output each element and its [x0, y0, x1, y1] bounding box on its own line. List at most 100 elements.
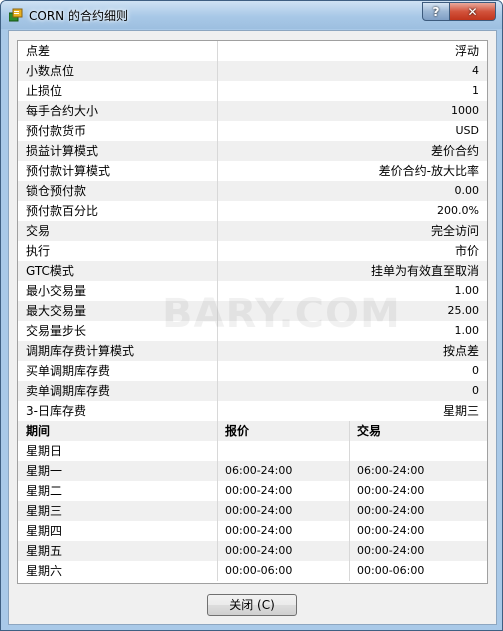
session-row: 星期四 00:00-24:00 00:00-24:00 — [18, 521, 487, 541]
session-day: 星期五 — [26, 544, 63, 558]
property-row: 卖单调期库存费 0 — [18, 381, 487, 401]
property-value: 1.00 — [454, 324, 480, 337]
property-label: 止损位 — [26, 84, 63, 98]
property-row: 止损位 1 — [18, 81, 487, 101]
property-row: 点差 浮动 — [18, 41, 487, 61]
property-value: 星期三 — [442, 404, 479, 418]
session-row: 星期日 — [18, 441, 487, 461]
dialog-window: CORN 的合约细则 ? ✕ 点差 浮动小数点位 4 止损位 1 每手合约大小 1000 预付… — [0, 0, 503, 631]
property-value: 浮动 — [454, 44, 479, 58]
dialog-body: 点差 浮动 小数点位 4 止损位 1 每手合约大小 1000 预付款货币 USD 损益计算模式 差价合… — [8, 30, 497, 625]
property-label: 每手合约大小 — [26, 104, 99, 118]
session-trade-hours: 00:00-24:00 — [357, 484, 425, 497]
property-label: 预付款计算模式 — [26, 164, 111, 178]
sessions-header-row: 期间 报价 交易 — [18, 421, 487, 441]
title-bar[interactable]: CORN 的合约细则 ? ✕ — [1, 1, 502, 29]
help-icon: ? — [432, 4, 440, 19]
property-label: 交易 — [26, 224, 51, 238]
session-day: 星期四 — [26, 524, 63, 538]
column-divider — [217, 421, 218, 581]
close-window-button[interactable]: ✕ — [449, 2, 496, 21]
property-row: 执行 市价 — [18, 241, 487, 261]
property-row: 锁仓预付款 0.00 — [18, 181, 487, 201]
session-trade-hours — [349, 441, 487, 461]
property-value: 挂单为有效直至取消 — [370, 264, 479, 278]
property-label: 交易量步长 — [26, 324, 87, 338]
session-day: 星期一 — [26, 464, 63, 478]
sessions-column-header: 报价 — [225, 424, 250, 438]
property-value: USD — [455, 124, 479, 137]
property-row: 损益计算模式 差价合约 — [18, 141, 487, 161]
property-row: 买单调期库存费 0 — [18, 361, 487, 381]
property-label: 最大交易量 — [26, 304, 87, 318]
close-icon: ✕ — [467, 4, 478, 19]
property-value: 25.00 — [447, 304, 480, 317]
sessions-column-header: 期间 — [26, 424, 51, 438]
property-value: 0 — [472, 384, 479, 397]
property-value: 0.00 — [454, 184, 480, 197]
property-value: 按点差 — [442, 344, 479, 358]
session-day: 星期六 — [26, 564, 63, 578]
property-label: 锁仓预付款 — [26, 184, 87, 198]
column-divider — [349, 421, 350, 581]
app-icon — [9, 8, 23, 22]
session-quote-hours: 06:00-24:00 — [225, 464, 293, 477]
property-value: 市价 — [454, 244, 479, 258]
property-row: 交易量步长 1.00 — [18, 321, 487, 341]
property-value: 差价合约-放大比率 — [378, 164, 479, 178]
property-row: 3-日库存费 星期三 — [18, 401, 487, 421]
session-row: 星期二 00:00-24:00 00:00-24:00 — [18, 481, 487, 501]
close-button[interactable]: 关闭 (C) — [207, 594, 297, 616]
property-row: 调期库存费计算模式 按点差 — [18, 341, 487, 361]
session-row: 星期六 00:00-06:00 00:00-06:00 — [18, 561, 487, 581]
window-title: CORN 的合约细则 — [29, 9, 128, 23]
help-button[interactable]: ? — [422, 2, 450, 21]
property-label: 点差 — [26, 44, 51, 58]
property-value: 1 — [472, 84, 479, 97]
property-row: 交易 完全访问 — [18, 221, 487, 241]
property-value: 0 — [472, 364, 479, 377]
session-trade-hours: 00:00-24:00 — [357, 524, 425, 537]
session-quote-hours — [217, 441, 349, 461]
contract-specification-table: 点差 浮动 小数点位 4 止损位 1 每手合约大小 1000 预付款货币 USD 损益计算模式 差价合… — [17, 40, 488, 584]
property-row: GTC模式 挂单为有效直至取消 — [18, 261, 487, 281]
session-row: 星期一 06:00-24:00 06:00-24:00 — [18, 461, 487, 481]
property-label: 预付款百分比 — [26, 204, 99, 218]
property-row: 预付款货币 USD — [18, 121, 487, 141]
property-label: 买单调期库存费 — [26, 364, 111, 378]
session-day: 星期日 — [26, 444, 63, 458]
property-value: 200.0% — [437, 204, 479, 217]
property-row: 预付款计算模式 差价合约-放大比率 — [18, 161, 487, 181]
property-label: 损益计算模式 — [26, 144, 99, 158]
property-value: 1.00 — [454, 284, 480, 297]
property-value: 1000 — [451, 104, 479, 117]
property-label: 最小交易量 — [26, 284, 87, 298]
session-quote-hours: 00:00-24:00 — [225, 484, 293, 497]
sessions-column-header: 交易 — [357, 424, 382, 438]
column-divider — [217, 41, 218, 421]
session-trade-hours: 00:00-24:00 — [357, 544, 425, 557]
property-label: 3-日库存费 — [26, 404, 86, 418]
session-row: 星期五 00:00-24:00 00:00-24:00 — [18, 541, 487, 561]
property-value: 差价合约 — [430, 144, 479, 158]
session-quote-hours: 00:00-24:00 — [225, 504, 293, 517]
property-label: 执行 — [26, 244, 51, 258]
property-row: 小数点位 4 — [18, 61, 487, 81]
session-trade-hours: 00:00-24:00 — [357, 504, 425, 517]
property-row: 预付款百分比 200.0% — [18, 201, 487, 221]
property-label: GTC模式 — [26, 264, 74, 278]
session-trade-hours: 06:00-24:00 — [357, 464, 425, 477]
property-row: 最大交易量 25.00 — [18, 301, 487, 321]
property-label: 调期库存费计算模式 — [26, 344, 135, 358]
property-row: 最小交易量 1.00 — [18, 281, 487, 301]
property-label: 卖单调期库存费 — [26, 384, 111, 398]
session-quote-hours: 00:00-06:00 — [225, 564, 293, 577]
session-quote-hours: 00:00-24:00 — [225, 524, 293, 537]
property-label: 小数点位 — [26, 64, 75, 78]
property-value: 完全访问 — [430, 224, 479, 238]
session-day: 星期三 — [26, 504, 63, 518]
session-row: 星期三 00:00-24:00 00:00-24:00 — [18, 501, 487, 521]
property-value: 4 — [472, 64, 479, 77]
session-trade-hours: 00:00-06:00 — [357, 564, 425, 577]
session-quote-hours: 00:00-24:00 — [225, 544, 293, 557]
